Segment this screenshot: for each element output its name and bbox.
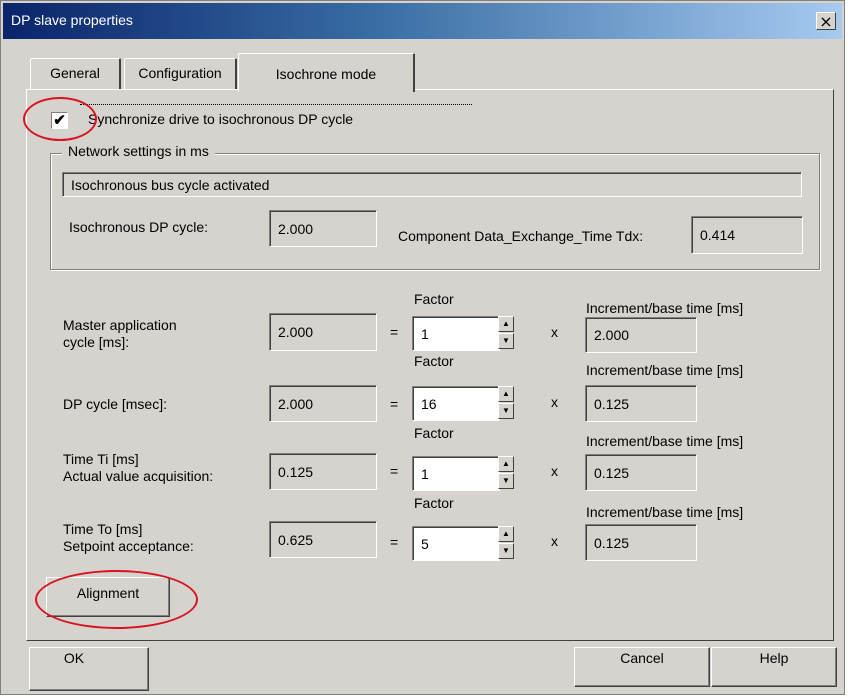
row-label: Setpoint acceptance: [63,538,194,554]
chevron-up-icon[interactable]: ▲ [498,316,514,332]
increment-field: 2.000 [585,317,697,353]
equals-sign: = [390,324,399,340]
equals-sign: = [390,396,399,412]
factor-input[interactable]: 1 [412,316,500,351]
factor-label: Factor [414,353,454,369]
increment-field: 0.125 [585,454,697,491]
increment-field: 0.125 [585,385,697,422]
factor-stepper[interactable]: ▲ ▼ [498,526,514,561]
factor-stepper[interactable]: ▲ ▼ [498,456,514,491]
increment-label: Increment/base time [ms] [586,362,744,378]
chevron-up-icon[interactable]: ▲ [498,526,514,542]
title-bar[interactable]: DP slave properties × [3,3,842,39]
close-icon[interactable]: × [816,12,836,30]
factor-stepper[interactable]: ▲ ▼ [498,316,514,351]
time-to-field: 0.625 [269,521,377,558]
bus-status-field: Isochronous bus cycle activated [62,172,802,197]
times-sign: x [551,463,558,479]
tdx-field: 0.414 [691,216,803,254]
increment-label: Increment/base time [ms] [586,300,744,316]
factor-input[interactable]: 16 [412,386,500,421]
master-app-cycle-field: 2.000 [269,313,377,351]
sync-checkbox-label[interactable]: Synchronize drive to isochronous DP cycl… [88,111,353,128]
cancel-button[interactable]: Cancel [574,647,710,687]
chevron-down-icon[interactable]: ▼ [498,543,514,559]
times-sign: x [551,533,558,549]
tdx-label: Component Data_Exchange_Time Tdx: [398,228,644,244]
help-button[interactable]: Help [711,647,837,687]
times-sign: x [551,394,558,410]
factor-label: Factor [414,495,454,511]
chevron-down-icon[interactable]: ▼ [498,333,514,349]
tab-isochrone-mode[interactable]: Isochrone mode [238,53,415,92]
chevron-down-icon[interactable]: ▼ [498,403,514,419]
row-label: Master application [63,317,177,333]
tab-configuration[interactable]: Configuration [124,58,237,89]
equals-sign: = [390,463,399,479]
factor-label: Factor [414,291,454,307]
chevron-down-icon[interactable]: ▼ [498,473,514,489]
isochronous-dp-cycle-label: Isochronous DP cycle: [69,219,209,235]
ok-button[interactable]: OK [29,647,149,691]
row-label: Actual value acquisition: [63,468,214,484]
window-title: DP slave properties [11,12,133,28]
factor-input[interactable]: 1 [412,456,500,491]
chevron-up-icon[interactable]: ▲ [498,456,514,472]
annotation-ellipse [35,570,198,629]
dp-cycle-field: 2.000 [269,385,377,422]
annotation-ellipse [23,97,97,141]
row-label: DP cycle [msec]: [63,396,167,412]
factor-input[interactable]: 5 [412,526,500,561]
focus-outline [80,104,472,105]
equals-sign: = [390,534,399,550]
time-ti-field: 0.125 [269,453,377,490]
factor-stepper[interactable]: ▲ ▼ [498,386,514,421]
isochronous-dp-cycle-field: 2.000 [269,210,377,247]
row-label: Time To [ms] [63,521,143,537]
factor-label: Factor [414,425,454,441]
times-sign: x [551,324,558,340]
row-label: Time Ti [ms] [63,451,139,467]
increment-label: Increment/base time [ms] [586,433,744,449]
network-settings-legend: Network settings in ms [62,143,215,159]
increment-field: 0.125 [585,524,697,561]
chevron-up-icon[interactable]: ▲ [498,386,514,402]
increment-label: Increment/base time [ms] [586,504,744,520]
tab-general[interactable]: General [30,58,121,89]
row-label: cycle [ms]: [63,334,130,350]
